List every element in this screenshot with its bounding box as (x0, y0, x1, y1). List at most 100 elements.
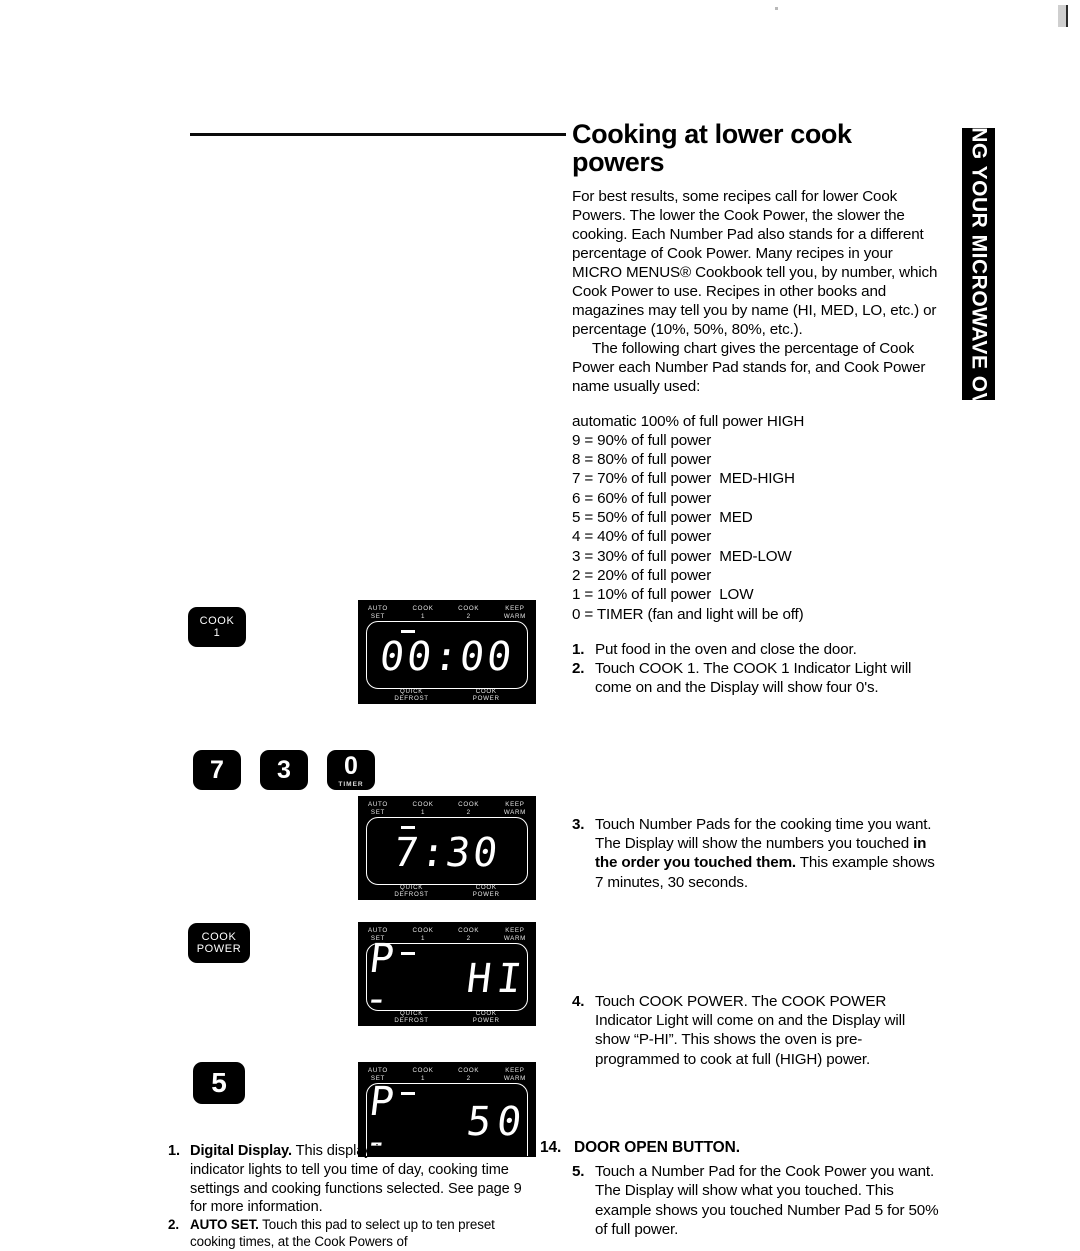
lcd-value-left: P - (361, 936, 403, 1022)
step-number: 3. (572, 815, 585, 833)
power-chart-row: 2 = 20% of full power (572, 566, 712, 584)
cook-power-pad-line2: POWER (196, 943, 242, 955)
cook-1-pad[interactable]: COOK 1 (188, 607, 246, 647)
lcd-value-left: 00 (377, 634, 438, 680)
indicator-cook-power: COOK POWER (472, 687, 500, 703)
indicator-cook-2: COOK 2 (458, 605, 480, 620)
page-title: Cooking at lower cook powers (572, 119, 852, 178)
power-chart-row: 5 = 50% of full power MED (572, 509, 753, 527)
figure-cook-power-button: COOK POWER (188, 923, 250, 963)
indicator-keep-warm: KEEP WARM (503, 927, 526, 942)
display-panel: AUTO SET COOK 1 COOK 2 KEEP WARM 00 : 00… (358, 600, 536, 704)
article-column: Cooking at lower cook powers For best re… (572, 120, 942, 1239)
door-open-button-entry: 14. DOOR OPEN BUTTON. (540, 1139, 940, 1157)
cook-power-chart: automatic 100% of full power HIGH 9 = 90… (572, 412, 942, 624)
display-panel-top-labels: AUTO SET COOK 1 COOK 2 KEEP WARM (364, 801, 530, 816)
indicator-cook-1: COOK 1 (412, 605, 434, 620)
cook-1-pad-line2: 1 (213, 627, 221, 639)
power-chart-row: 7 = 70% of full power MED-HIGH (572, 470, 795, 488)
figure-display-730: AUTO SET COOK 1 COOK 2 KEEP WARM 7 : 30 … (358, 796, 536, 900)
display-panel-bottom-labels: QUICK DEFROST COOK POWER (364, 883, 530, 900)
indicator-auto-set: AUTO SET (368, 605, 388, 620)
step-item: 3. Touch Number Pads for the cooking tim… (572, 815, 942, 892)
lcd-value-right: HI (464, 956, 530, 1002)
indicator-auto-set: AUTO SET (368, 801, 388, 816)
step-text: Touch COOK 1. The COOK 1 Indicator Light… (595, 660, 912, 697)
step-item: 1. Put food in the oven and close the do… (572, 640, 942, 659)
scan-edge-bar (1058, 5, 1068, 27)
indicator-cook-2: COOK 2 (458, 801, 480, 816)
number-pad-7-label: 7 (210, 756, 224, 784)
lcd-value-right: 00 (456, 634, 517, 680)
step-item: 2. Touch COOK 1. The COOK 1 Indicator Li… (572, 659, 942, 698)
section-tab: USING YOUR MICROWAVE OVEN (962, 91, 995, 437)
step-text: Touch a Number Pad for the Cook Power yo… (595, 1163, 939, 1238)
indicator-cook-2: COOK 2 (458, 1067, 480, 1082)
step-text: Put food in the oven and close the door. (595, 640, 857, 658)
indicator-cook-power: COOK POWER (472, 883, 500, 899)
display-panel: AUTO SET COOK 1 COOK 2 KEEP WARM 7 : 30 … (358, 796, 536, 900)
number-pad-5[interactable]: 5 (193, 1062, 245, 1104)
step-text: Touch COOK POWER. The COOK POWER Indicat… (595, 992, 906, 1068)
header-rule (190, 133, 566, 136)
number-pad-3[interactable]: 3 (260, 750, 308, 790)
power-chart-row: automatic 100% of full power HIGH (572, 412, 805, 430)
indicator-cook-2: COOK 2 (458, 927, 480, 942)
figure-display-phi: AUTO SET COOK 1 COOK 2 KEEP WARM P - HI … (358, 922, 536, 1026)
indicator-keep-warm: KEEP WARM (503, 801, 526, 816)
number-pad-7[interactable]: 7 (193, 750, 241, 790)
power-chart-row: 6 = 60% of full power (572, 489, 712, 507)
power-chart-row: 3 = 30% of full power MED-LOW (572, 547, 792, 565)
control-panel-legend: 1. Digital Display. This display include… (168, 1142, 540, 1251)
cook-power-pad-line1: COOK (201, 930, 237, 943)
step-number: 4. (572, 992, 585, 1010)
legend-item-text: AUTO SET. Touch this pad to select up to… (190, 1217, 540, 1251)
lcd-screen: 7 : 30 (366, 817, 528, 885)
lcd-value-right: 50 (464, 1099, 530, 1145)
legend-item-digital-display: 1. Digital Display. This display include… (168, 1142, 540, 1217)
number-pad-5-label: 5 (211, 1067, 227, 1099)
lcd-indicator-tick (401, 630, 415, 633)
display-panel: AUTO SET COOK 1 COOK 2 KEEP WARM P - HI … (358, 922, 536, 1026)
legend-item-title: Digital Display. (190, 1143, 292, 1159)
number-pad-3-label: 3 (277, 756, 291, 784)
step-number: 1. (572, 640, 585, 658)
power-chart-row: 0 = TIMER (fan and light will be off) (572, 605, 804, 623)
step-text-before: Touch Number Pads for the cooking time y… (595, 815, 932, 852)
figure-cook1-button: COOK 1 (188, 607, 246, 647)
figure-display-0000: AUTO SET COOK 1 COOK 2 KEEP WARM 00 : 00… (358, 600, 536, 704)
step-number: 5. (572, 1163, 585, 1181)
display-panel-bottom-labels: QUICK DEFROST COOK POWER (364, 687, 530, 704)
section-tab-label: USING YOUR MICROWAVE OVEN (967, 90, 991, 438)
legend-item-text: Digital Display. This display includes c… (190, 1142, 540, 1217)
indicator-quick-defrost: QUICK DEFROST (394, 687, 429, 703)
legend-item-number: 1. (168, 1143, 180, 1159)
number-pad-0-sublabel: TIMER (338, 780, 364, 788)
indicator-keep-warm: KEEP WARM (503, 605, 526, 620)
intro-paragraph-2: The following chart gives the percentage… (572, 340, 926, 396)
indicator-cook-1: COOK 1 (412, 1067, 434, 1082)
lcd-value-right: 30 (443, 830, 503, 876)
legend-item-number: 2. (168, 1217, 179, 1233)
door-open-number: 14. (540, 1139, 562, 1156)
number-pad-0[interactable]: 0 TIMER (327, 750, 375, 790)
figure-number-pads: 7 3 0 TIMER (193, 750, 375, 790)
indicator-cook-1: COOK 1 (412, 801, 434, 816)
indicator-keep-warm: KEEP WARM (503, 1067, 526, 1082)
power-chart-row: 4 = 40% of full power (572, 528, 712, 546)
power-chart-row: 8 = 80% of full power (572, 451, 712, 469)
indicator-quick-defrost: QUICK DEFROST (394, 883, 429, 899)
step-item: 5. Touch a Number Pad for the Cook Power… (572, 1162, 942, 1239)
step-item: 4. Touch COOK POWER. The COOK POWER Indi… (572, 992, 942, 1069)
cook-power-pad[interactable]: COOK POWER (188, 923, 250, 963)
cook-1-pad-line1: COOK (199, 614, 235, 627)
lcd-screen: 00 : 00 (366, 621, 528, 689)
legend-item-title: AUTO SET. (190, 1217, 259, 1233)
door-open-label: DOOR OPEN BUTTON. (574, 1139, 740, 1156)
display-panel-top-labels: AUTO SET COOK 1 COOK 2 KEEP WARM (364, 605, 530, 620)
intro-paragraph-1: For best results, some recipes call for … (572, 187, 938, 339)
legend-item-auto-set: 2. AUTO SET. Touch this pad to select up… (168, 1217, 540, 1251)
lcd-indicator-tick (401, 826, 415, 829)
step-number: 2. (572, 660, 585, 678)
indicator-quick-defrost: QUICK DEFROST (394, 1009, 429, 1025)
